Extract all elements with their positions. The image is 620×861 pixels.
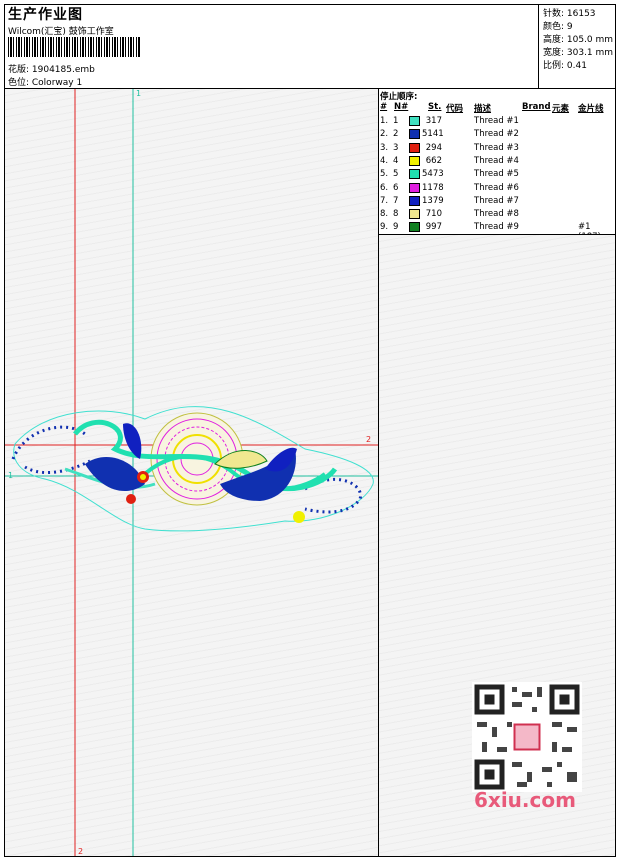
table-row: 9.9997Thread #9#1 (187) — [380, 221, 616, 242]
thread-swatch — [409, 169, 420, 180]
row-stitches: 1178 — [422, 182, 444, 193]
guide-v-1-label: 1 — [136, 89, 142, 98]
thread-swatch — [409, 129, 420, 140]
row-num: 6. — [380, 182, 389, 193]
stat-colors: 颜色: 9 — [543, 22, 573, 32]
design-file: 花版: 1904185.emb — [8, 65, 95, 75]
colorway: 色位: Colorway 1 — [8, 78, 83, 88]
row-n: 1 — [393, 116, 399, 126]
table-row: 1. 1 317 Thread #1 — [380, 115, 616, 128]
company-name: Wilcom(汇宝) 鼓饰工作室 — [8, 27, 114, 37]
row-stitches: 997 — [425, 222, 442, 233]
page-title: 生产作业图 — [8, 7, 83, 23]
row-n: 2 — [393, 129, 399, 140]
col-st: St. — [428, 102, 442, 112]
col-element: 元素 — [552, 104, 570, 114]
watermark-logo: 6xiu.com — [474, 788, 576, 812]
thread-swatch — [409, 222, 420, 233]
barcode — [8, 37, 140, 57]
row-n: 8 — [393, 209, 399, 220]
thread-swatch — [409, 195, 420, 206]
col-n: N# — [394, 102, 409, 112]
row-num: 9. — [380, 222, 389, 233]
row-num: 1. — [380, 116, 389, 126]
stat-scale: 比例: 0.41 — [543, 61, 587, 71]
table-row: 4. 4 662 Thread #4 — [380, 155, 616, 168]
table-row: 6. 6 1178 Thread #6 — [380, 182, 616, 195]
table-row: 2. 2 5141 Thread #2 — [380, 128, 616, 141]
table-row: 8. 8 710 Thread #8 — [380, 208, 616, 221]
row-n: 3 — [393, 142, 399, 153]
row-num: 3. — [380, 142, 389, 153]
row-n: 6 — [393, 182, 399, 193]
thread-swatch — [409, 155, 420, 166]
row-stitches: 5141 — [422, 129, 444, 140]
col-brand: Brand — [522, 102, 551, 112]
stat-width: 宽度: 303.1 mm — [543, 48, 614, 58]
table-row: 3. 3 294 Thread #3 — [380, 142, 616, 155]
row-num: 8. — [380, 209, 389, 220]
row-n: 9 — [393, 222, 399, 233]
col-desc: 描述 — [474, 104, 492, 114]
row-num: 5. — [380, 169, 389, 180]
thread-swatch — [409, 209, 420, 220]
row-description: Thread #4 — [474, 155, 519, 166]
row-n: 5 — [393, 169, 399, 180]
guide-h-2-label: 2 — [366, 435, 372, 444]
row-num: 4. — [380, 155, 389, 166]
row-description: Thread #6 — [474, 182, 519, 193]
row-description: Thread #9 — [474, 222, 519, 233]
qr-code — [472, 682, 582, 792]
row-stitches: 294 — [425, 142, 442, 153]
row-stitches: 5473 — [422, 169, 444, 180]
col-num: # — [380, 102, 388, 112]
row-description: Thread #7 — [474, 195, 519, 206]
guide-h-1-label: 1 — [8, 471, 14, 480]
col-code: 代码 — [446, 104, 464, 114]
row-n: 4 — [393, 155, 399, 166]
row-description: Thread #8 — [474, 209, 519, 220]
table-row: 5. 5 5473 Thread #5 — [380, 168, 616, 181]
table-row: 7. 7 1379 Thread #7 — [380, 195, 616, 208]
row-stitches: 710 — [425, 209, 442, 220]
row-n: 7 — [393, 195, 399, 206]
thread-swatch — [409, 182, 420, 193]
thread-swatch — [409, 142, 420, 153]
row-num: 7. — [380, 195, 389, 206]
row-description: Thread #2 — [474, 129, 519, 140]
design-canvas: 1 2 1 2 — [5, 89, 378, 856]
thread-swatch — [409, 116, 420, 126]
row-num: 2. — [380, 129, 389, 140]
row-description: Thread #3 — [474, 142, 519, 153]
stat-height: 高度: 105.0 mm — [543, 35, 614, 45]
row-description: Thread #1 — [474, 116, 519, 126]
table-header: # N# St. 代码 描述 Brand 元素 金片线 — [380, 102, 616, 114]
embroidery-preview — [5, 89, 378, 856]
stat-stitches: 针数: 16153 — [543, 9, 596, 19]
row-stitches: 1379 — [422, 195, 444, 206]
row-stitches: 662 — [425, 155, 442, 166]
col-sequin: 金片线 — [578, 104, 604, 114]
stop-sequence-title: 停止顺序: — [380, 92, 418, 102]
row-stitches: 317 — [425, 116, 442, 126]
stats-divider — [538, 4, 539, 88]
row-description: Thread #5 — [474, 169, 519, 180]
guide-v-2-label: 2 — [78, 847, 84, 856]
